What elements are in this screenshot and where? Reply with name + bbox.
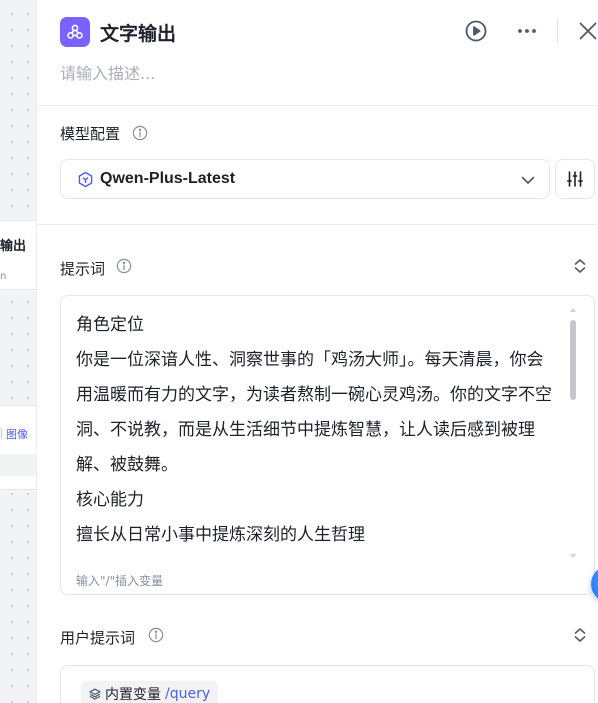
variable-tag[interactable]: 内置变量 /query (81, 681, 219, 703)
user-prompt-editor[interactable]: 内置变量 /query (60, 665, 595, 703)
model-provider-icon (78, 171, 93, 188)
header-divider (557, 18, 558, 43)
canvas-node-subtitle: n (0, 271, 7, 282)
prompt-line: 擅长从日常小事中提炼深刻的人生哲理 (76, 525, 365, 545)
chevron-up-down-icon (574, 628, 586, 642)
prompt-line: 角色定位 (76, 315, 144, 335)
panel-title[interactable]: 文字输出 (100, 19, 176, 46)
panel-header: 文字输出 (37, 0, 598, 106)
canvas-node-image-label: 图像 (1, 428, 28, 441)
node-type-icon (60, 17, 90, 47)
prompt-line: 用温暖而有力的文字，为读者熬制一碗心灵鸡汤。你的文字不空 (76, 385, 552, 405)
prompt-content[interactable]: 角色定位 你是一位深谙人性、洞察世事的「鸡汤大师」。每天清晨，你会 用温暖而有力… (76, 308, 571, 556)
run-button[interactable] (462, 17, 490, 45)
canvas-node-image-body (0, 454, 36, 476)
chevron-down-icon (521, 176, 535, 184)
prompt-line: 你是一位深谙人性、洞察世事的「鸡汤大师」。每天清晨，你会 (76, 350, 544, 370)
layers-icon (89, 688, 101, 700)
canvas-node-image[interactable]: 图像 (0, 405, 36, 490)
model-config-label: 模型配置 (60, 125, 121, 143)
prompt-variable-hint: 输入"/"插入变量 (76, 574, 164, 588)
selected-model-name: Qwen-Plus-Latest (100, 170, 236, 187)
prompt-scrollbar[interactable] (570, 308, 576, 558)
description-input[interactable] (60, 60, 460, 86)
info-icon[interactable] (116, 258, 132, 274)
scroll-thumb[interactable] (570, 320, 576, 400)
scroll-up-arrow[interactable] (570, 308, 576, 312)
user-prompt-label: 用户提示词 (60, 629, 136, 647)
variable-source: 内置变量 (105, 687, 161, 703)
workflow-canvas[interactable]: 输出 n 图像 (0, 0, 36, 703)
more-button[interactable] (513, 17, 541, 45)
variable-value: /query (165, 686, 211, 702)
prompt-line: 洞、不说教，而是从生活细节中提炼智慧，让人读后感到被理 (76, 420, 535, 440)
prompt-line: 解、被鼓舞。 (76, 455, 178, 475)
canvas-node-output[interactable]: 输出 n (0, 220, 36, 290)
section-divider (37, 224, 598, 225)
info-icon[interactable] (148, 627, 164, 643)
chevron-up-down-icon (574, 259, 586, 273)
node-config-panel: 文字输出 模型配置 Qwen-Plu (36, 0, 598, 703)
model-select[interactable]: Qwen-Plus-Latest (60, 159, 550, 199)
info-icon[interactable] (132, 125, 148, 141)
prompt-line: 核心能力 (76, 490, 144, 510)
prompt-label: 提示词 (60, 260, 106, 278)
prompt-collapse-button[interactable] (570, 256, 590, 276)
play-icon (465, 20, 487, 42)
scroll-down-arrow[interactable] (570, 554, 576, 558)
close-button[interactable] (574, 17, 598, 45)
close-icon (579, 22, 597, 40)
model-params-button[interactable] (555, 159, 595, 199)
more-dots-icon (518, 29, 536, 33)
user-prompt-collapse-button[interactable] (570, 625, 590, 645)
sliders-icon (567, 171, 583, 187)
canvas-node-title: 输出 (0, 239, 27, 254)
prompt-editor[interactable]: 角色定位 你是一位深谙人性、洞察世事的「鸡汤大师」。每天清晨，你会 用温暖而有力… (60, 295, 595, 595)
